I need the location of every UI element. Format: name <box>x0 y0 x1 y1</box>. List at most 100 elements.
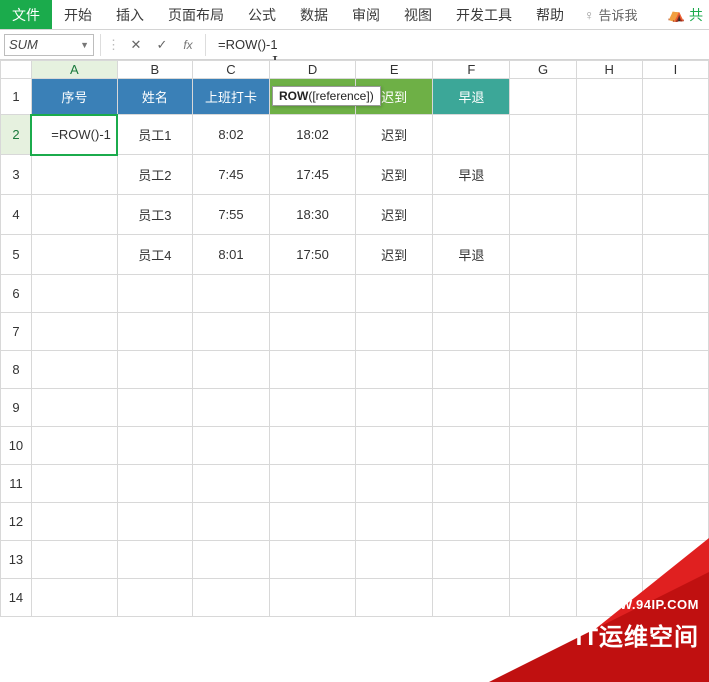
cell-I5[interactable] <box>642 235 708 275</box>
cell-F1[interactable]: 早退 <box>433 79 510 115</box>
col-header-E[interactable]: E <box>356 61 433 79</box>
col-header-I[interactable]: I <box>642 61 708 79</box>
cell-D5[interactable]: 17:50 <box>270 235 356 275</box>
cell-I1[interactable] <box>642 79 708 115</box>
tell-me-search[interactable]: ♀ 告诉我 <box>576 0 646 29</box>
cell[interactable] <box>642 275 708 313</box>
cell-H4[interactable] <box>576 195 642 235</box>
cell[interactable] <box>270 427 356 465</box>
cell[interactable] <box>576 541 642 579</box>
cell[interactable] <box>192 427 269 465</box>
cell[interactable] <box>576 427 642 465</box>
tab-pagelayout[interactable]: 页面布局 <box>156 0 236 29</box>
cell[interactable] <box>117 275 192 313</box>
cell[interactable] <box>31 465 117 503</box>
cell-H5[interactable] <box>576 235 642 275</box>
cell[interactable] <box>192 389 269 427</box>
row-header-5[interactable]: 5 <box>1 235 32 275</box>
row-header-12[interactable]: 12 <box>1 503 32 541</box>
cell[interactable] <box>192 313 269 351</box>
cell[interactable] <box>510 579 576 617</box>
cell-G3[interactable] <box>510 155 576 195</box>
cell[interactable] <box>117 313 192 351</box>
cell[interactable] <box>117 541 192 579</box>
cell[interactable] <box>576 389 642 427</box>
tab-home[interactable]: 开始 <box>52 0 104 29</box>
cell[interactable] <box>270 541 356 579</box>
cell-F5[interactable]: 早退 <box>433 235 510 275</box>
cell[interactable] <box>433 275 510 313</box>
cell-I3[interactable] <box>642 155 708 195</box>
cell[interactable] <box>576 579 642 617</box>
cell[interactable] <box>433 427 510 465</box>
cell-A5[interactable] <box>31 235 117 275</box>
cell-F3[interactable]: 早退 <box>433 155 510 195</box>
file-tab[interactable]: 文件 <box>0 0 52 29</box>
cell-G1[interactable] <box>510 79 576 115</box>
cell-B1[interactable]: 姓名 <box>117 79 192 115</box>
cell[interactable] <box>356 541 433 579</box>
cell[interactable] <box>31 389 117 427</box>
cell[interactable] <box>642 579 708 617</box>
cell[interactable] <box>117 503 192 541</box>
cell[interactable] <box>433 465 510 503</box>
cell[interactable] <box>510 465 576 503</box>
cell[interactable] <box>356 313 433 351</box>
cell-D3[interactable]: 17:45 <box>270 155 356 195</box>
cell[interactable] <box>31 503 117 541</box>
cell-G2[interactable] <box>510 115 576 155</box>
cell-C3[interactable]: 7:45 <box>192 155 269 195</box>
col-header-H[interactable]: H <box>576 61 642 79</box>
cell[interactable] <box>576 313 642 351</box>
cell-E2[interactable]: 迟到 <box>356 115 433 155</box>
cell-C1[interactable]: 上班打卡 <box>192 79 269 115</box>
cell[interactable] <box>510 275 576 313</box>
cell-H3[interactable] <box>576 155 642 195</box>
cell[interactable] <box>642 389 708 427</box>
cell[interactable] <box>642 541 708 579</box>
row-header-4[interactable]: 4 <box>1 195 32 235</box>
tab-formulas[interactable]: 公式 <box>236 0 288 29</box>
cell-G4[interactable] <box>510 195 576 235</box>
cell-E3[interactable]: 迟到 <box>356 155 433 195</box>
cell[interactable] <box>510 541 576 579</box>
cell[interactable] <box>510 351 576 389</box>
cell[interactable] <box>576 465 642 503</box>
cell[interactable] <box>192 579 269 617</box>
cell[interactable] <box>270 579 356 617</box>
cell[interactable] <box>642 465 708 503</box>
cell[interactable] <box>31 541 117 579</box>
cell[interactable] <box>642 351 708 389</box>
chevron-down-icon[interactable]: ▼ <box>80 40 89 50</box>
cell[interactable] <box>642 313 708 351</box>
cell[interactable] <box>356 427 433 465</box>
row-header-7[interactable]: 7 <box>1 313 32 351</box>
row-header-8[interactable]: 8 <box>1 351 32 389</box>
col-header-B[interactable]: B <box>117 61 192 79</box>
cell[interactable] <box>576 351 642 389</box>
col-header-D[interactable]: D <box>270 61 356 79</box>
cell[interactable] <box>576 275 642 313</box>
cell-B5[interactable]: 员工4 <box>117 235 192 275</box>
grid[interactable]: A B C D E F G H I 1 序号 姓名 上班打卡 下班打卡 迟到 早… <box>0 60 709 617</box>
cell-I2[interactable] <box>642 115 708 155</box>
cancel-formula-button[interactable]: ✕ <box>125 34 147 56</box>
cell[interactable] <box>356 579 433 617</box>
cell[interactable] <box>356 351 433 389</box>
cell[interactable] <box>433 579 510 617</box>
cell-G5[interactable] <box>510 235 576 275</box>
tab-view[interactable]: 视图 <box>392 0 444 29</box>
cell-F4[interactable] <box>433 195 510 235</box>
row-header-6[interactable]: 6 <box>1 275 32 313</box>
cell[interactable] <box>433 313 510 351</box>
col-header-G[interactable]: G <box>510 61 576 79</box>
tab-insert[interactable]: 插入 <box>104 0 156 29</box>
col-header-A[interactable]: A <box>31 61 117 79</box>
col-header-C[interactable]: C <box>192 61 269 79</box>
tab-developer[interactable]: 开发工具 <box>444 0 524 29</box>
cell[interactable] <box>31 275 117 313</box>
cell-C2[interactable]: 8:02 <box>192 115 269 155</box>
cell[interactable] <box>192 275 269 313</box>
cell[interactable] <box>192 503 269 541</box>
cell[interactable] <box>510 503 576 541</box>
